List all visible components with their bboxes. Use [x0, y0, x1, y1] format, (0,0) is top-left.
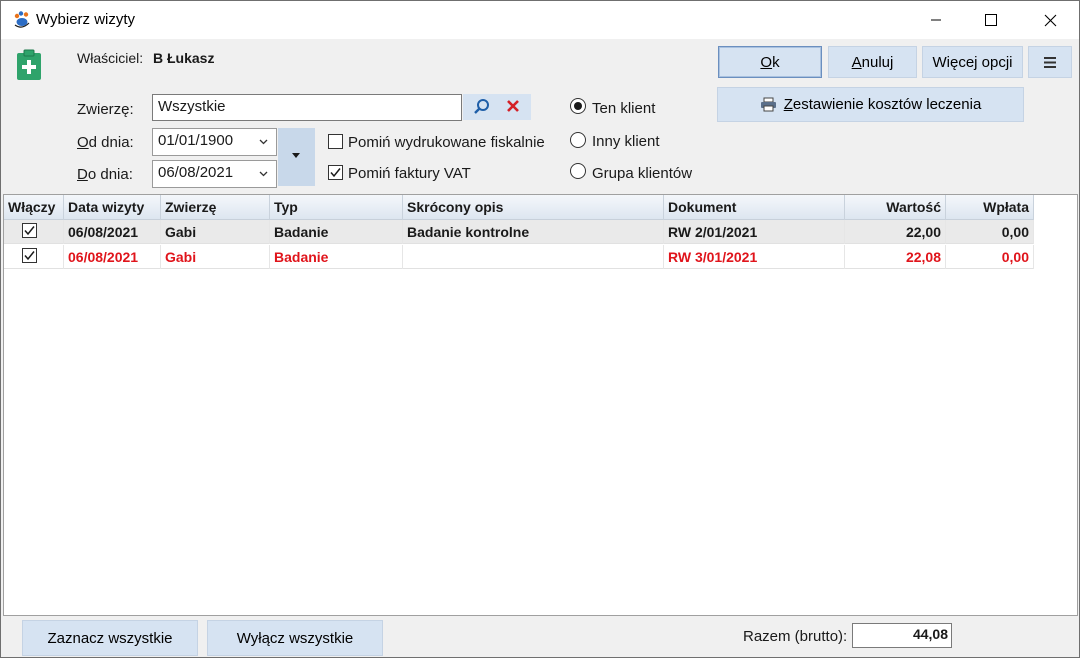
cell-date: 06/08/2021: [64, 220, 161, 244]
owner-name: B Łukasz: [153, 50, 215, 66]
menu-button[interactable]: [1028, 46, 1072, 78]
cell-payment: 0,00: [946, 220, 1034, 244]
radio-other-client-label: Inny klient: [592, 133, 660, 150]
date-range-dropdown-button[interactable]: [278, 128, 315, 186]
skip-fiscal-checkbox[interactable]: [328, 134, 343, 149]
cell-description: Badanie kontrolne: [403, 220, 664, 244]
add-clipboard-icon[interactable]: [16, 49, 42, 81]
visits-table: Włączy Data wizyty Zwierzę Typ Skrócony …: [3, 194, 1078, 616]
row-include-checkbox[interactable]: [22, 223, 37, 238]
caret-down-icon: [292, 153, 300, 158]
col-header-description[interactable]: Skrócony opis: [403, 195, 664, 220]
cell-payment: 0,00: [946, 245, 1034, 269]
checkmark-icon: [24, 226, 35, 236]
col-header-payment[interactable]: Wpłata: [946, 195, 1034, 220]
maximize-icon: [985, 14, 997, 26]
cell-type: Badanie: [270, 245, 403, 269]
to-date-label: Do dnia:: [77, 166, 133, 183]
col-header-include[interactable]: Włączy: [4, 195, 64, 220]
from-date-field[interactable]: 01/01/1900: [152, 128, 277, 156]
cell-document: RW 3/01/2021: [664, 245, 845, 269]
table-header: Włączy Data wizyty Zwierzę Typ Skrócony …: [4, 195, 1034, 220]
total-value: 44,08: [852, 623, 952, 648]
select-all-button[interactable]: Zaznacz wszystkie: [22, 620, 198, 656]
from-date-label: Od dnia:: [77, 134, 134, 151]
hamburger-icon: [1044, 56, 1056, 68]
radio-client-group[interactable]: [570, 163, 586, 179]
cost-summary-button[interactable]: Zestawienie kosztów leczenia: [717, 87, 1024, 122]
radio-this-client-label: Ten klient: [592, 100, 656, 117]
checkmark-icon: [330, 168, 341, 178]
chevron-down-icon[interactable]: [259, 137, 268, 146]
col-header-document[interactable]: Dokument: [664, 195, 845, 220]
close-button[interactable]: [1027, 1, 1073, 39]
skip-vat-label: Pomiń faktury VAT: [348, 165, 471, 182]
table-row[interactable]: 06/08/2021 Gabi Badanie RW 3/01/2021 22,…: [4, 245, 1034, 269]
skip-vat-checkbox[interactable]: [328, 165, 343, 180]
more-options-button[interactable]: Więcej opcji: [922, 46, 1023, 78]
checkmark-icon: [24, 251, 35, 261]
col-header-value[interactable]: Wartość: [845, 195, 946, 220]
animal-label: Zwierzę:: [77, 101, 134, 118]
chevron-down-icon[interactable]: [259, 169, 268, 178]
animal-field[interactable]: Wszystkie: [152, 94, 462, 121]
cell-animal: Gabi: [161, 220, 270, 244]
col-header-animal[interactable]: Zwierzę: [161, 195, 270, 220]
radio-client-group-label: Grupa klientów: [592, 165, 693, 182]
radio-other-client[interactable]: [570, 132, 586, 148]
cell-type: Badanie: [270, 220, 403, 244]
clear-icon[interactable]: [506, 99, 520, 113]
to-date-value: 06/08/2021: [158, 164, 234, 181]
minimize-button[interactable]: [913, 1, 959, 39]
skip-fiscal-label: Pomiń wydrukowane fiskalnie: [348, 134, 545, 151]
cell-animal: Gabi: [161, 245, 270, 269]
search-icon[interactable]: [473, 98, 490, 115]
cancel-button[interactable]: Anuluj: [828, 46, 917, 78]
cell-value: 22,08: [845, 245, 946, 269]
cell-date: 06/08/2021: [64, 245, 161, 269]
cell-value: 22,00: [845, 220, 946, 244]
maximize-button[interactable]: [968, 1, 1014, 39]
close-icon: [1044, 14, 1056, 26]
cell-document: RW 2/01/2021: [664, 220, 845, 244]
col-header-date[interactable]: Data wizyty: [64, 195, 161, 220]
ok-button[interactable]: Ok: [718, 46, 822, 78]
minimize-icon: [931, 19, 941, 21]
owner-label: Właściciel:: [77, 50, 144, 66]
printer-icon: [760, 97, 776, 112]
cell-description: [403, 245, 664, 269]
deselect-all-button[interactable]: Wyłącz wszystkie: [207, 620, 383, 656]
title-bar: Wybierz wizyty: [1, 1, 1079, 39]
animal-tools: [463, 94, 531, 120]
table-row[interactable]: 06/08/2021 Gabi Badanie Badanie kontroln…: [4, 220, 1034, 244]
row-include-checkbox[interactable]: [22, 248, 37, 263]
dialog-window: Wybierz wizyty Właściciel: B Łukasz Zwie…: [0, 0, 1080, 658]
total-label: Razem (brutto):: [743, 628, 848, 645]
radio-this-client[interactable]: [570, 98, 586, 114]
from-date-value: 01/01/1900: [158, 132, 234, 149]
col-header-type[interactable]: Typ: [270, 195, 403, 220]
window-title: Wybierz wizyty: [36, 11, 136, 28]
to-date-field[interactable]: 06/08/2021: [152, 160, 277, 188]
app-paw-icon: [14, 11, 30, 28]
